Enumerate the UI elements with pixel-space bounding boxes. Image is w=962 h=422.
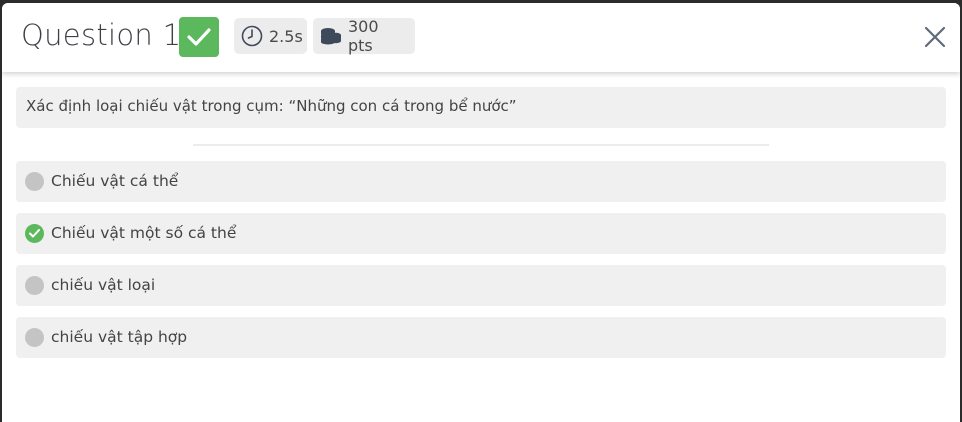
correct-badge [179,17,219,57]
close-icon [924,26,946,48]
answer-option[interactable]: chiếu vật loại [16,265,946,306]
points-chip: 300 pts [313,17,415,55]
clock-icon [241,25,263,47]
answer-option[interactable]: chiếu vật tập hợp [16,317,946,358]
modal-header: Question 1 2.5s 300 pts [2,3,960,72]
question-text: Xác định loại chiếu vật trong cụm: “Nhữn… [16,87,946,128]
coins-icon [320,25,342,47]
points-value: 300 pts [348,17,379,55]
unselected-dot-icon [25,276,44,295]
close-button[interactable] [923,25,947,49]
checkmark-icon [187,28,211,46]
answer-option-correct[interactable]: Chiếu vật một số cá thể [16,213,946,254]
divider [193,144,769,146]
question-modal: Question 1 2.5s 300 pts Xác định loại ch… [2,3,960,422]
unselected-dot-icon [25,328,44,347]
option-label: Chiếu vật một số cá thể [51,224,237,242]
unselected-dot-icon [25,172,44,191]
option-label: chiếu vật tập hợp [51,328,188,346]
question-content: Xác định loại chiếu vật trong cụm: “Nhữn… [16,87,946,369]
time-chip: 2.5s [234,18,307,54]
question-title: Question 1 [21,18,182,52]
option-label: chiếu vật loại [51,276,156,294]
check-circle-icon [25,224,44,243]
answer-option[interactable]: Chiếu vật cá thể [16,161,946,202]
option-label: Chiếu vật cá thể [51,172,179,190]
time-value: 2.5s [269,26,303,46]
answer-options: Chiếu vật cá thể Chiếu vật một số cá thể… [16,161,946,358]
